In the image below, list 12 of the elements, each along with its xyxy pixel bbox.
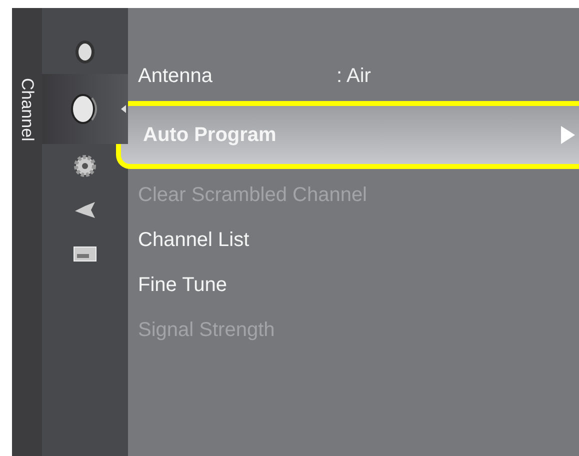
item-value: : Air: [336, 65, 371, 88]
setup-icon: [73, 154, 97, 178]
menu-item[interactable]: Fine Tune: [128, 263, 579, 308]
category-item[interactable]: [42, 74, 128, 144]
arrow-icon: [561, 126, 575, 144]
tab-label: Channel: [17, 78, 37, 142]
picture-icon: [73, 40, 97, 64]
category-tab[interactable]: Channel: [12, 8, 42, 456]
menu-item[interactable]: Channel List: [128, 218, 579, 263]
menu-item[interactable]: Antenna : Air: [128, 54, 579, 99]
pointer-icon: [121, 105, 126, 113]
sound-icon: [70, 94, 100, 124]
